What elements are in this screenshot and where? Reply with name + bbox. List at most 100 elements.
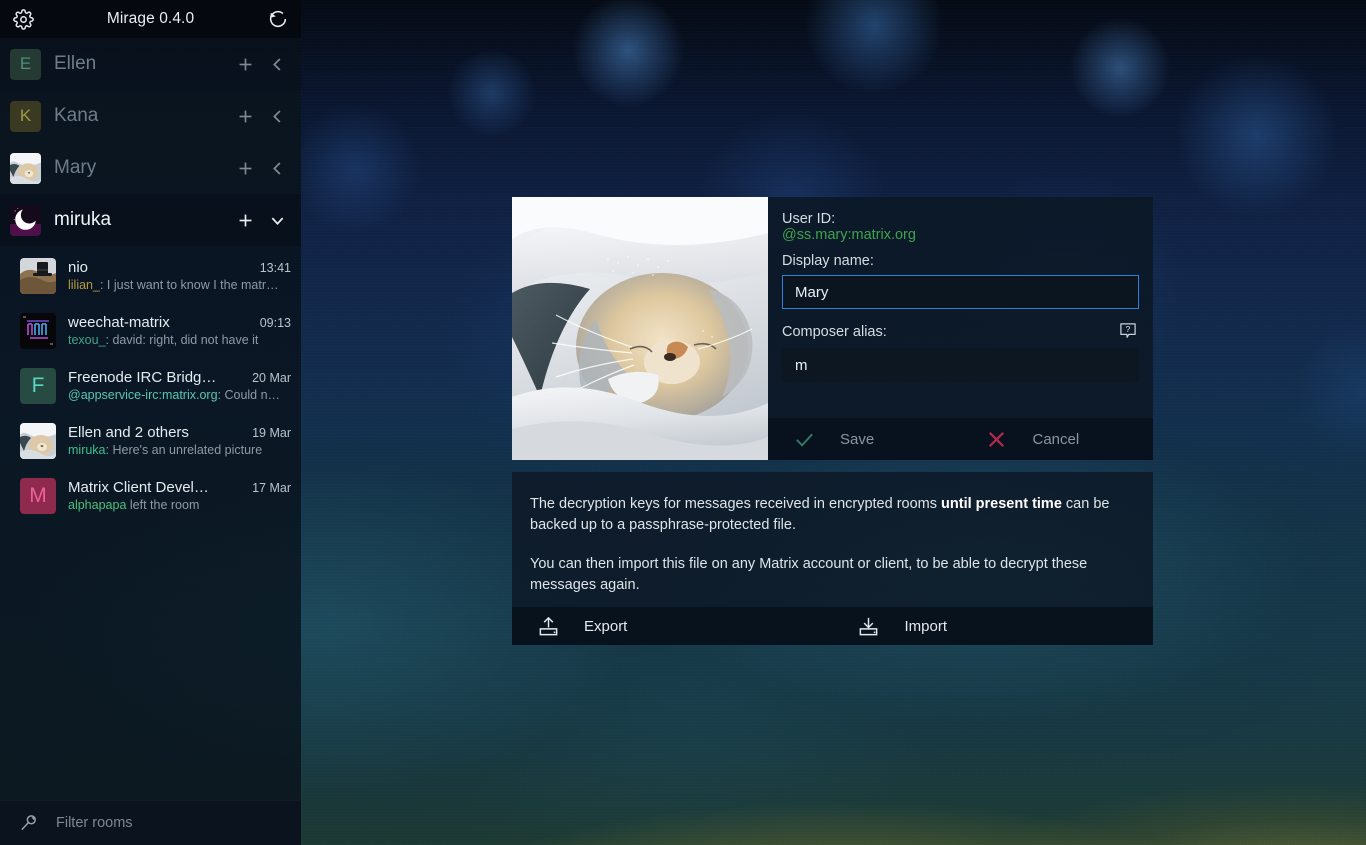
room-text: nio 13:41 lilian_: I just want to know I t…	[68, 259, 291, 292]
import-label: Import	[904, 617, 948, 635]
profile-fields: User ID: @ss.mary:matrix.org Display nam…	[768, 197, 1153, 460]
filter-rooms-bar[interactable]: Filter rooms	[0, 800, 301, 845]
room-list-item[interactable]: weechat-matrix 09:13 texou_: david: right,…	[0, 303, 301, 358]
account-name: Kana	[54, 105, 99, 126]
room-title: Ellen and 2 others	[68, 424, 189, 441]
room-list[interactable]: nio 13:41 lilian_: I just want to know I t…	[0, 246, 301, 800]
room-preview-body: : I just want to know I the matr…	[99, 278, 279, 292]
room-avatar	[20, 257, 56, 294]
room-text: Ellen and 2 others 19 Mar miruka: Here's a…	[68, 424, 291, 457]
account-list: E Ellen K Kana Mary miruka	[0, 38, 301, 246]
account-name: miruka	[54, 209, 112, 230]
room-preview: alphapapa left the room	[68, 498, 291, 512]
room-title: nio	[68, 259, 89, 276]
user-id-label: User ID:	[782, 211, 836, 227]
room-list-item[interactable]: M Matrix Client Devel… 17 Mar alphapapa lef…	[0, 468, 301, 523]
account-avatar	[10, 152, 41, 184]
room-preview-sender: alphapapa	[68, 498, 127, 512]
room-preview: texou_: david: right, did not have it	[68, 333, 291, 347]
account-avatar: E	[10, 48, 41, 80]
display-name-input[interactable]	[782, 275, 1139, 309]
plus-icon[interactable]	[235, 53, 255, 75]
plus-icon[interactable]	[235, 105, 255, 127]
import-button[interactable]: Import	[833, 607, 1154, 645]
room-title: weechat-matrix	[68, 314, 170, 331]
room-preview: miruka: Here's an unrelated picture	[68, 443, 291, 457]
plus-icon[interactable]	[235, 157, 255, 179]
keys-paragraph-2: You can then import this file on any Mat…	[530, 556, 1088, 594]
profile-panel: User ID: @ss.mary:matrix.org Display nam…	[512, 197, 1153, 460]
composer-alias-input[interactable]	[782, 348, 1139, 382]
room-preview-body: : Could n…	[217, 388, 281, 402]
gear-icon[interactable]	[9, 5, 37, 33]
room-text: Matrix Client Devel… 17 Mar alphapapa left…	[68, 479, 291, 512]
account-name: Ellen	[54, 53, 97, 74]
room-preview: lilian_: I just want to know I the matr…	[68, 278, 291, 292]
account-name: Mary	[54, 157, 97, 178]
room-avatar: M	[20, 477, 56, 514]
room-title: Freenode IRC Bridg…	[68, 369, 217, 386]
room-text: Freenode IRC Bridg… 20 Mar @appservice-irc…	[68, 369, 291, 402]
room-timestamp: 13:41	[259, 261, 291, 275]
keys-p1-before: The decryption keys for messages receive…	[530, 496, 942, 512]
save-button[interactable]: Save	[768, 418, 961, 460]
account-avatar: K	[10, 100, 41, 132]
room-list-item[interactable]: Ellen and 2 others 19 Mar miruka: Here's a…	[0, 413, 301, 468]
room-preview-sender: lilian_	[68, 278, 100, 292]
reload-icon[interactable]	[264, 5, 292, 33]
keys-description: The decryption keys for messages receive…	[512, 472, 1153, 596]
sidebar-topbar: Mirage 0.4.0	[0, 0, 301, 38]
cancel-button[interactable]: Cancel	[961, 418, 1154, 460]
chevron-down-icon[interactable]	[267, 209, 287, 231]
export-upload-icon	[512, 615, 584, 638]
room-preview-body: left the room	[126, 498, 200, 512]
room-preview-sender: texou_	[68, 333, 106, 347]
account-row-kana[interactable]: K Kana	[0, 90, 301, 142]
room-timestamp: 17 Mar	[252, 481, 291, 495]
chevron-left-icon[interactable]	[267, 105, 287, 127]
profile-action-row: Save Cancel	[768, 418, 1153, 460]
display-name-label: Display name:	[782, 253, 874, 269]
keys-paragraph-1: The decryption keys for messages receive…	[530, 494, 1135, 536]
export-button[interactable]: Export	[512, 607, 833, 645]
keys-action-row: Export Import	[512, 607, 1153, 645]
import-download-icon	[833, 615, 905, 638]
room-timestamp: 19 Mar	[252, 426, 291, 440]
room-title: Matrix Client Devel…	[68, 479, 209, 496]
room-preview-body: : Here's an unrelated picture	[105, 443, 263, 457]
room-avatar: F	[20, 367, 56, 404]
room-list-item[interactable]: F Freenode IRC Bridg… 20 Mar @appservice-ir…	[0, 358, 301, 413]
account-actions	[235, 53, 287, 75]
plus-icon[interactable]	[235, 209, 255, 231]
account-row-mary[interactable]: Mary	[0, 142, 301, 194]
encryption-keys-panel: The decryption keys for messages receive…	[512, 472, 1153, 645]
svg-text:?: ?	[1126, 324, 1131, 334]
export-label: Export	[584, 617, 628, 635]
profile-avatar[interactable]	[512, 197, 768, 460]
room-preview-sender: @appservice-irc:matrix.org	[68, 388, 218, 402]
app-title: Mirage 0.4.0	[106, 10, 195, 27]
account-row-miruka[interactable]: miruka	[0, 194, 301, 246]
account-avatar	[10, 204, 41, 236]
chevron-left-icon[interactable]	[267, 53, 287, 75]
room-timestamp: 09:13	[259, 316, 291, 330]
sleeping-cat-photo	[512, 197, 768, 460]
save-label: Save	[840, 430, 875, 448]
account-actions	[235, 105, 287, 127]
room-preview-sender: miruka	[68, 443, 106, 457]
room-preview-body: : david: right, did not have it	[105, 333, 259, 347]
account-row-ellen[interactable]: E Ellen	[0, 38, 301, 90]
chevron-left-icon[interactable]	[267, 157, 287, 179]
account-actions	[235, 157, 287, 179]
cancel-label: Cancel	[1032, 430, 1080, 448]
help-bubble-icon[interactable]: ?	[1117, 320, 1139, 342]
check-icon	[768, 428, 840, 451]
sidebar: Mirage 0.4.0 E Ellen K Kana Mary miruka nio 13…	[0, 0, 301, 845]
room-text: weechat-matrix 09:13 texou_: david: right,…	[68, 314, 291, 347]
filter-rooms-icon	[18, 812, 40, 834]
keys-p1-bold: until present time	[941, 496, 1062, 512]
room-avatar	[20, 312, 56, 349]
composer-alias-label: Composer alias:	[782, 324, 887, 340]
user-id-value: @ss.mary:matrix.org	[782, 227, 916, 243]
room-list-item[interactable]: nio 13:41 lilian_: I just want to know I t…	[0, 248, 301, 303]
